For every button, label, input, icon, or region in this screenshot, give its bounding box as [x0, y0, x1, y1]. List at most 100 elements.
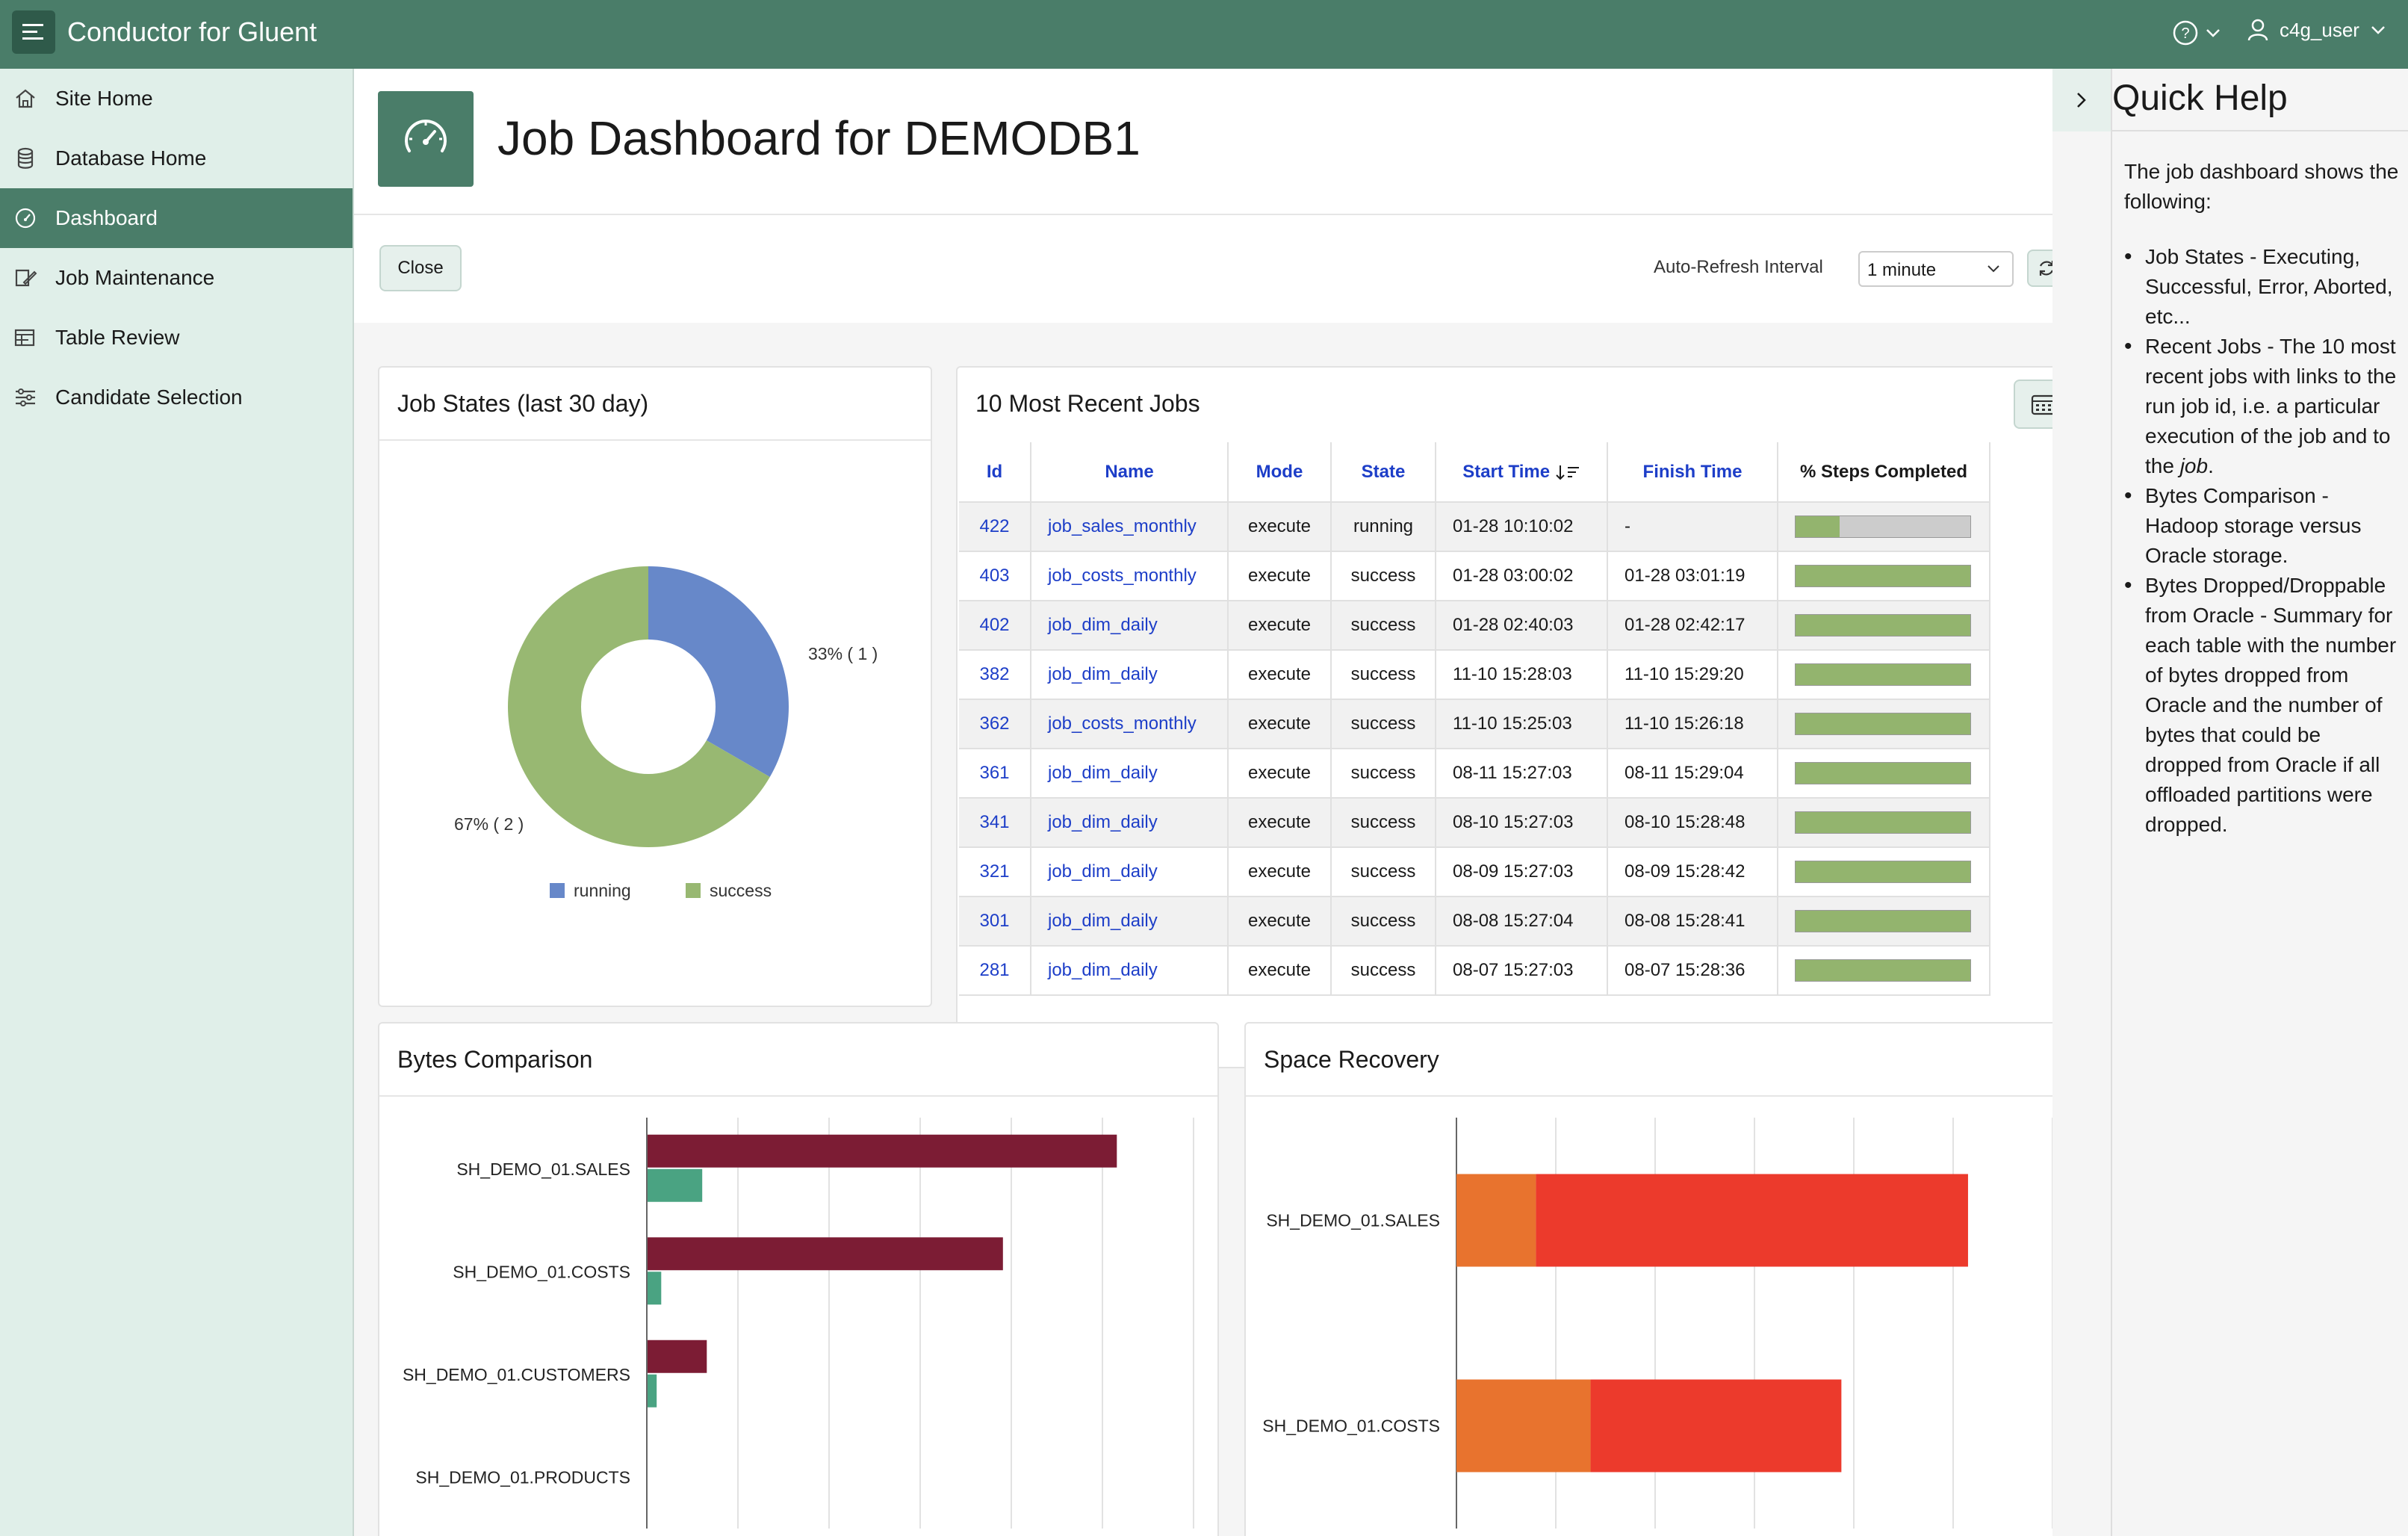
job-id-link[interactable]: 422 [959, 502, 1031, 552]
steps-completed-cell [1778, 650, 1990, 700]
bar[interactable] [648, 1168, 703, 1202]
steps-progress-fill [1796, 861, 1970, 882]
job-id-link[interactable]: 403 [959, 551, 1031, 601]
job-id-link[interactable]: 281 [959, 946, 1031, 996]
steps-progress-fill [1796, 763, 1970, 784]
sidebar-item-site-home[interactable]: Site Home [0, 69, 353, 128]
steps-progress-fill [1796, 960, 1970, 981]
divider [2111, 131, 2112, 1536]
y-category-label: SH_DEMO_01.COSTS [1262, 1416, 1440, 1436]
job-finish-time-cell: 01-28 03:01:19 [1607, 551, 1778, 601]
job-id-link[interactable]: 301 [959, 896, 1031, 947]
quick-help-toggle-button[interactable] [2052, 69, 2112, 131]
y-category-label: SH_DEMO_01.PRODUCTS [415, 1467, 630, 1487]
quick-help-item-emphasis: job [2179, 454, 2209, 477]
sidebar-item-job-maintenance[interactable]: Job Maintenance [0, 248, 353, 308]
job-name-link[interactable]: job_dim_daily [1031, 847, 1229, 897]
app-title[interactable]: Conductor for Gluent [67, 16, 317, 48]
column-header-name[interactable]: Name [1031, 442, 1229, 503]
job-id-link[interactable]: 362 [959, 699, 1031, 749]
sidebar-item-label: Job Maintenance [55, 266, 215, 289]
job-id-link[interactable]: 341 [959, 798, 1031, 848]
chevron-down-icon [1987, 265, 1999, 273]
bar[interactable] [1456, 1174, 1536, 1267]
sidebar-item-table-review[interactable]: Table Review [0, 308, 353, 368]
space-recovery-region: Space Recovery 020M40M60M80M100M120MSH_D… [1244, 1022, 2091, 1536]
job-start-time-cell: 01-28 02:40:03 [1436, 601, 1608, 651]
steps-progress-bar [1795, 565, 1971, 587]
bar[interactable] [648, 1272, 662, 1305]
dashboard-icon [378, 91, 474, 187]
region-title: 10 Most Recent Jobs [975, 390, 1200, 417]
job-state-cell: success [1331, 601, 1436, 651]
job-name-link[interactable]: job_costs_monthly [1031, 551, 1229, 601]
job-start-time-cell: 01-28 03:00:02 [1436, 551, 1608, 601]
menu-toggle-button[interactable] [12, 10, 55, 54]
job-id-link[interactable]: 382 [959, 650, 1031, 700]
quick-help-body: The job dashboard shows the following: J… [2124, 157, 2401, 840]
column-header-finish-time[interactable]: Finish Time [1607, 442, 1778, 503]
auto-refresh-value: 1 minute [1867, 260, 1937, 280]
job-name-link[interactable]: job_dim_daily [1031, 798, 1229, 848]
help-menu-button[interactable]: ? [2172, 19, 2221, 46]
table-row: 301 job_dim_daily execute success 08-08 15:2… [959, 896, 1990, 947]
pie-slice-running[interactable] [648, 566, 789, 777]
job-name-link[interactable]: job_dim_daily [1031, 749, 1229, 799]
column-header-state[interactable]: State [1331, 442, 1436, 503]
sidebar-item-candidate-selection[interactable]: Candidate Selection [0, 368, 353, 427]
job-name-link[interactable]: job_dim_daily [1031, 946, 1229, 996]
bar[interactable] [1536, 1174, 1968, 1267]
bar[interactable] [1456, 1379, 1591, 1472]
column-header-start-time[interactable]: Start Time [1436, 442, 1608, 503]
job-start-time-cell: 11-10 15:25:03 [1436, 699, 1608, 749]
bar[interactable] [648, 1340, 707, 1373]
job-name-link[interactable]: job_costs_monthly [1031, 699, 1229, 749]
bar[interactable] [1590, 1379, 1842, 1472]
sidebar-item-dashboard[interactable]: Dashboard [0, 188, 353, 248]
close-button[interactable]: Close [379, 245, 462, 291]
main-content: Job Dashboard for DEMODB1 Close Auto-Ref… [354, 69, 2109, 1536]
recent-jobs-table: Id Name Mode State Start Time Finish Tim… [959, 442, 1990, 996]
job-id-link[interactable]: 402 [959, 601, 1031, 651]
sidebar-item-label: Candidate Selection [55, 385, 243, 409]
auto-refresh-select[interactable]: 1 minute [1858, 251, 2014, 287]
job-name-link[interactable]: job_sales_monthly [1031, 502, 1229, 552]
job-finish-time-cell: 11-10 15:29:20 [1607, 650, 1778, 700]
job-name-link[interactable]: job_dim_daily [1031, 896, 1229, 947]
job-start-time-cell: 08-10 15:27:03 [1436, 798, 1608, 848]
sidebar-item-database-home[interactable]: Database Home [0, 128, 353, 188]
divider [379, 439, 931, 441]
quick-help-item: Recent Jobs - The 10 most recent jobs wi… [2124, 332, 2401, 481]
sort-descending-icon [1556, 465, 1579, 480]
column-header-id[interactable]: Id [959, 442, 1031, 503]
job-id-link[interactable]: 361 [959, 749, 1031, 799]
bytes-comparison-region: Bytes Comparison 020M40M60M80M100M120MSH… [378, 1022, 1219, 1536]
job-mode-cell: execute [1228, 896, 1332, 947]
bar[interactable] [648, 1237, 1003, 1271]
quick-help-item: Bytes Dropped/Droppable from Oracle - Su… [2124, 571, 2401, 840]
table-row: 281 job_dim_daily execute success 08-07 15:2… [959, 946, 1990, 996]
job-id-link[interactable]: 321 [959, 847, 1031, 897]
steps-progress-fill [1796, 615, 1970, 636]
column-header-steps-completed[interactable]: % Steps Completed [1778, 442, 1990, 503]
steps-progress-fill [1796, 516, 1840, 537]
bytes-comparison-chart: 020M40M60M80M100M120MSH_DEMO_01.SALESSH_… [403, 1118, 1194, 1529]
job-mode-cell: execute [1228, 502, 1332, 552]
region-title: Job States (last 30 day) [397, 390, 649, 417]
steps-progress-bar [1795, 861, 1971, 883]
chevron-down-icon [2371, 26, 2385, 34]
space-recovery-chart: 020M40M60M80M100M120MSH_DEMO_01.SALESSH_… [1262, 1118, 2053, 1529]
job-finish-time-cell: 01-28 02:42:17 [1607, 601, 1778, 651]
job-name-link[interactable]: job_dim_daily [1031, 650, 1229, 700]
bar[interactable] [648, 1374, 657, 1408]
table-row: 362 job_costs_monthly execute success 11-10 … [959, 699, 1990, 749]
job-finish-time-cell: 08-08 15:28:41 [1607, 896, 1778, 947]
bar[interactable] [648, 1134, 1117, 1168]
user-menu-button[interactable]: c4g_user [2247, 18, 2386, 42]
sidebar-nav: Site Home Database Home Dashboard Job Ma… [0, 69, 354, 1536]
column-header-mode[interactable]: Mode [1228, 442, 1332, 503]
job-mode-cell: execute [1228, 798, 1332, 848]
job-mode-cell: execute [1228, 650, 1332, 700]
steps-completed-cell [1778, 896, 1990, 947]
job-name-link[interactable]: job_dim_daily [1031, 601, 1229, 651]
